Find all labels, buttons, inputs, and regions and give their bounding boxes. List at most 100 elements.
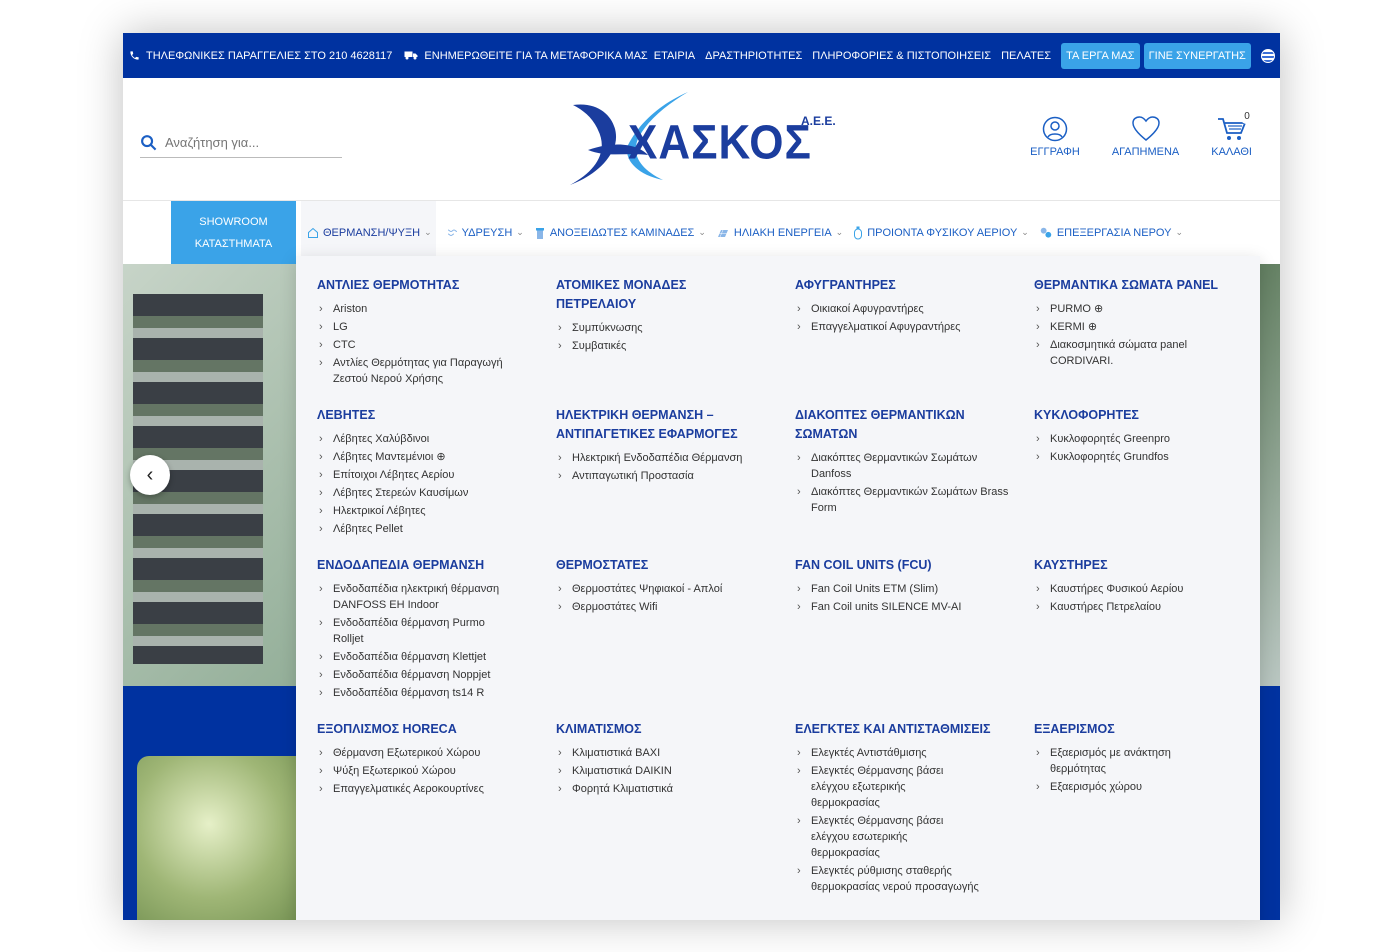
menu-section-title[interactable]: ΕΝΔΟΔΑΠΕΔΙΑ ΘΕΡΜΑΝΣΗ bbox=[317, 556, 537, 575]
menu-link[interactable]: Κλιματιστικά DAIKIN bbox=[556, 763, 776, 779]
phone-order-link[interactable]: ΤΗΛΕΦΩΝΙΚΕΣ ΠΑΡΑΓΓΕΛΙΕΣ ΣΤΟ 210 4628117 bbox=[123, 33, 398, 78]
menu-section-title[interactable]: ΘΕΡΜΟΣΤΑΤΕΣ bbox=[556, 556, 776, 575]
heating-cooling-mega-menu: ΑΝΤΛΙΕΣ ΘΕΡΜΟΤΗΤΑΣ Ariston LG CTC Αντλίε… bbox=[296, 256, 1260, 920]
menu-link[interactable]: Ενδοδαπέδια θέρμανση Noppjet bbox=[317, 667, 537, 683]
nav-solar-energy-label: ΗΛΙΑΚΗ ΕΝΕΡΓΕΙΑ bbox=[733, 226, 832, 239]
menu-section-title[interactable]: ΚΑΥΣΤΗΡΕΣ bbox=[1034, 556, 1254, 575]
menu-link[interactable]: Ελεγκτές Θέρμανσης βάσει ελέγχου εσωτερι… bbox=[795, 813, 970, 861]
menu-link[interactable]: Διακοσμητικά σώματα panel CORDIVARI. bbox=[1034, 337, 1224, 369]
menu-link[interactable]: Λέβητες Χαλύβδινοι bbox=[317, 431, 537, 447]
menu-link[interactable]: Ηλεκτρικοί Λέβητες bbox=[317, 503, 537, 519]
search-icon[interactable] bbox=[140, 134, 157, 151]
menu-section-title[interactable]: ΑΤΟΜΙΚΕΣ ΜΟΝΑΔΕΣ ΠΕΤΡΕΛΑΙΟΥ bbox=[556, 276, 746, 314]
chevron-down-icon: ⌄ bbox=[1021, 227, 1029, 237]
menu-section-fan-coil: FAN COIL UNITS (FCU) Fan Coil Units ETM … bbox=[795, 556, 1015, 617]
menu-section-title[interactable]: ΕΛΕΓΚΤΕΣ ΚΑΙ ΑΝΤΙΣΤΑΘΜΙΣΕΙΣ bbox=[795, 720, 1010, 739]
menu-link[interactable]: Λέβητες Pellet bbox=[317, 521, 537, 537]
menu-link[interactable]: Θερμοστάτες Wifi bbox=[556, 599, 776, 615]
menu-link[interactable]: Εξαερισμός με ανάκτηση θερμότητας bbox=[1034, 745, 1214, 777]
menu-section-title[interactable]: ΚΥΚΛΟΦΟΡΗΤΕΣ bbox=[1034, 406, 1254, 425]
menu-link[interactable]: Συμβατικές bbox=[556, 338, 746, 354]
menu-section-title[interactable]: ΗΛΕΚΤΡΙΚΗ ΘΕΡΜΑΝΣΗ – ΑΝΤΙΠΑΓΕΤΙΚΕΣ ΕΦΑΡΜ… bbox=[556, 406, 771, 444]
shipping-info-link[interactable]: ΕΝΗΜΕΡΩΘΕΙΤΕ ΓΙΑ ΤΑ ΜΕΤΑΦΟΡΙΚΑ ΜΑΣ bbox=[398, 33, 653, 78]
menu-link[interactable]: PURMO ⊕ bbox=[1034, 301, 1254, 317]
menu-link[interactable]: Επαγγελματικοί Αφυγραντήρες bbox=[795, 319, 1015, 335]
menu-link[interactable]: Ψύξη Εξωτερικού Χώρου bbox=[317, 763, 537, 779]
user-icon bbox=[1042, 116, 1068, 142]
menu-section-title[interactable]: ΕΞΑΕΡΙΣΜΟΣ bbox=[1034, 720, 1214, 739]
menu-link[interactable]: Ελεγκτές ρύθμισης σταθερής θερμοκρασίας … bbox=[795, 863, 1005, 895]
nav-natural-gas-label: ΠΡΟΙΟΝΤΑ ΦΥΣΙΚΟΥ ΑΕΡΙΟΥ bbox=[867, 226, 1018, 239]
menu-link[interactable]: LG bbox=[317, 319, 537, 335]
site-logo[interactable]: ΧΑΣΚΟΣ Α.Ε.Ε. bbox=[568, 90, 838, 190]
menu-link[interactable]: CTC bbox=[317, 337, 537, 353]
menu-section-title[interactable]: ΑΝΤΛΙΕΣ ΘΕΡΜΟΤΗΤΑΣ bbox=[317, 276, 537, 295]
menu-link[interactable]: Ενδοδαπέδια ηλεκτρική θέρμανση DANFOSS E… bbox=[317, 581, 537, 613]
showroom-stores-button[interactable]: SHOWROOM ΚΑΤΑΣΤΗΜΑΤΑ bbox=[171, 201, 296, 264]
menu-link[interactable]: Λέβητες Στερεών Καυσίμων bbox=[317, 485, 537, 501]
menu-link[interactable]: Φορητά Κλιματιστικά bbox=[556, 781, 776, 797]
menu-link[interactable]: Ελεγκτές Αντιστάθμισης bbox=[795, 745, 1010, 761]
menu-section-boilers: ΛΕΒΗΤΕΣ Λέβητες Χαλύβδινοι Λέβητες Μαντε… bbox=[317, 406, 537, 539]
showroom-label: SHOWROOM bbox=[199, 215, 268, 228]
nav-water-treatment[interactable]: ΕΠΕΞΕΡΓΑΣΙΑ ΝΕΡΟΥ ⌄ bbox=[1039, 201, 1183, 264]
menu-link[interactable]: Διακόπτες Θερμαντικών Σωμάτων Brass Form bbox=[795, 484, 1010, 516]
main-nav: SHOWROOM ΚΑΤΑΣΤΗΜΑΤΑ ΘΕΡΜΑΝΣΗ/ΨΥΞΗ ⌄ ΥΔΡ… bbox=[123, 201, 1280, 264]
slider-prev-arrow-icon[interactable]: ‹ bbox=[130, 455, 170, 495]
menu-link[interactable]: Θερμοστάτες Ψηφιακοί - Απλοί bbox=[556, 581, 776, 597]
menu-link[interactable]: Ενδοδαπέδια θέρμανση ts14 R bbox=[317, 685, 537, 701]
nav-activities-link[interactable]: ΔΡΑΣΤΗΡΙΟΤΗΤΕΣ bbox=[705, 50, 802, 62]
menu-link[interactable]: Συμπύκνωσης bbox=[556, 320, 746, 336]
menu-link[interactable]: KERMI ⊕ bbox=[1034, 319, 1254, 335]
nav-solar-energy[interactable]: ΗΛΙΑΚΗ ΕΝΕΡΓΕΙΑ ⌄ bbox=[716, 201, 843, 264]
menu-link[interactable]: Ηλεκτρική Ενδοδαπέδια Θέρμανση bbox=[556, 450, 771, 466]
cart-button[interactable]: 0 ΚΑΛΑΘΙ bbox=[1211, 110, 1254, 158]
menu-section-electric-heating: ΗΛΕΚΤΡΙΚΗ ΘΕΡΜΑΝΣΗ – ΑΝΤΙΠΑΓΕΤΙΚΕΣ ΕΦΑΡΜ… bbox=[556, 406, 771, 486]
menu-section-title[interactable]: FAN COIL UNITS (FCU) bbox=[795, 556, 1015, 575]
menu-link[interactable]: Αντλίες Θερμότητας για Παραγωγή Ζεστού Ν… bbox=[317, 355, 537, 387]
menu-link[interactable]: Λέβητες Μαντεμένιοι ⊕ bbox=[317, 449, 537, 465]
nav-certifications-link[interactable]: ΠΛΗΡΟΦΟΡΙΕΣ & ΠΙΣΤΟΠΟΙΗΣΕΙΣ bbox=[812, 50, 991, 62]
nav-clients-link[interactable]: ΠΕΛΑΤΕΣ bbox=[1001, 50, 1051, 62]
menu-link[interactable]: Επίτοιχοι Λέβητες Αερίου bbox=[317, 467, 537, 483]
nav-heating-cooling[interactable]: ΘΕΡΜΑΝΣΗ/ΨΥΞΗ ⌄ bbox=[301, 201, 436, 264]
menu-section-title[interactable]: ΘΕΡΜΑΝΤΙΚΑ ΣΩΜΑΤΑ PANEL bbox=[1034, 276, 1254, 295]
menu-link[interactable]: Ariston bbox=[317, 301, 537, 317]
menu-link[interactable]: Ενδοδαπέδια θέρμανση Klettjet bbox=[317, 649, 537, 665]
menu-link[interactable]: Εξαερισμός χώρου bbox=[1034, 779, 1214, 795]
nav-water-treatment-label: ΕΠΕΞΕΡΓΑΣΙΑ ΝΕΡΟΥ bbox=[1056, 226, 1172, 239]
menu-link[interactable]: Θέρμανση Εξωτερικού Χώρου bbox=[317, 745, 537, 761]
menu-link[interactable]: Ελεγκτές Θέρμανσης βάσει ελέγχου εξωτερι… bbox=[795, 763, 970, 811]
menu-section-horeca: ΕΞΟΠΛΙΣΜΟΣ HORECA Θέρμανση Εξωτερικού Χώ… bbox=[317, 720, 537, 799]
become-partner-button[interactable]: ΓΙΝΕ ΣΥΝΕΡΓΑΤΗΣ bbox=[1143, 42, 1251, 69]
nav-chimneys[interactable]: ΑΝΟΞΕΙΔΩΤΕΣ ΚΑΜΙΝΑΔΕΣ ⌄ bbox=[534, 201, 706, 264]
our-projects-button[interactable]: ΤΑ ΕΡΓΑ ΜΑΣ bbox=[1061, 42, 1140, 69]
greek-flag-icon[interactable] bbox=[1260, 48, 1275, 63]
menu-link[interactable]: Κλιματιστικά BAXI bbox=[556, 745, 776, 761]
search-input[interactable] bbox=[165, 135, 335, 150]
menu-link[interactable]: Επαγγελματικές Αεροκουρτίνες bbox=[317, 781, 537, 797]
menu-link[interactable]: Κυκλοφορητές Grundfos bbox=[1034, 449, 1254, 465]
nav-natural-gas[interactable]: ΠΡΟΙΟΝΤΑ ΦΥΣΙΚΟΥ ΑΕΡΙΟΥ ⌄ bbox=[853, 201, 1029, 264]
menu-link[interactable]: Fan Coil Units ETM (Slim) bbox=[795, 581, 1015, 597]
menu-link[interactable]: Ενδοδαπέδια θέρμανση Purmo Rolljet bbox=[317, 615, 517, 647]
logo-suffix: Α.Ε.Ε. bbox=[801, 114, 836, 128]
menu-link[interactable]: Διακόπτες Θερμαντικών Σωμάτων Danfoss bbox=[795, 450, 1010, 482]
menu-section-floor-heating: ΕΝΔΟΔΑΠΕΔΙΑ ΘΕΡΜΑΝΣΗ Ενδοδαπέδια ηλεκτρι… bbox=[317, 556, 537, 703]
menu-section-title[interactable]: ΔΙΑΚΟΠΤΕΣ ΘΕΡΜΑΝΤΙΚΩΝ ΣΩΜΑΤΩΝ bbox=[795, 406, 1010, 444]
nav-company-link[interactable]: ΕΤΑΙΡΙΑ bbox=[654, 50, 695, 62]
menu-link[interactable]: Fan Coil units SILENCE MV-AI bbox=[795, 599, 1015, 615]
menu-section-title[interactable]: ΕΞΟΠΛΙΣΜΟΣ HORECA bbox=[317, 720, 537, 739]
menu-link[interactable]: Κυκλοφορητές Greenpro bbox=[1034, 431, 1254, 447]
menu-link[interactable]: Καυστήρες Φυσικού Αερίου bbox=[1034, 581, 1254, 597]
nav-water-supply[interactable]: ΥΔΡΕΥΣΗ ⌄ bbox=[446, 201, 524, 264]
menu-link[interactable]: Αντιπαγωτική Προστασία bbox=[556, 468, 771, 484]
menu-link[interactable]: Οικιακοί Αφυγραντήρες bbox=[795, 301, 1015, 317]
menu-section-title[interactable]: ΚΛΙΜΑΤΙΣΜΟΣ bbox=[556, 720, 776, 739]
favorites-button[interactable]: ΑΓΑΠΗΜΕΝΑ bbox=[1112, 116, 1179, 158]
menu-section-title[interactable]: ΑΦΥΓΡΑΝΤΗΡΕΣ bbox=[795, 276, 1015, 295]
menu-link[interactable]: Καυστήρες Πετρελαίου bbox=[1034, 599, 1254, 615]
menu-section-title[interactable]: ΛΕΒΗΤΕΣ bbox=[317, 406, 537, 425]
menu-section-controllers: ΕΛΕΓΚΤΕΣ ΚΑΙ ΑΝΤΙΣΤΑΘΜΙΣΕΙΣ Ελεγκτές Αντ… bbox=[795, 720, 1010, 897]
register-button[interactable]: ΕΓΓΡΑΦΗ bbox=[1030, 116, 1080, 158]
